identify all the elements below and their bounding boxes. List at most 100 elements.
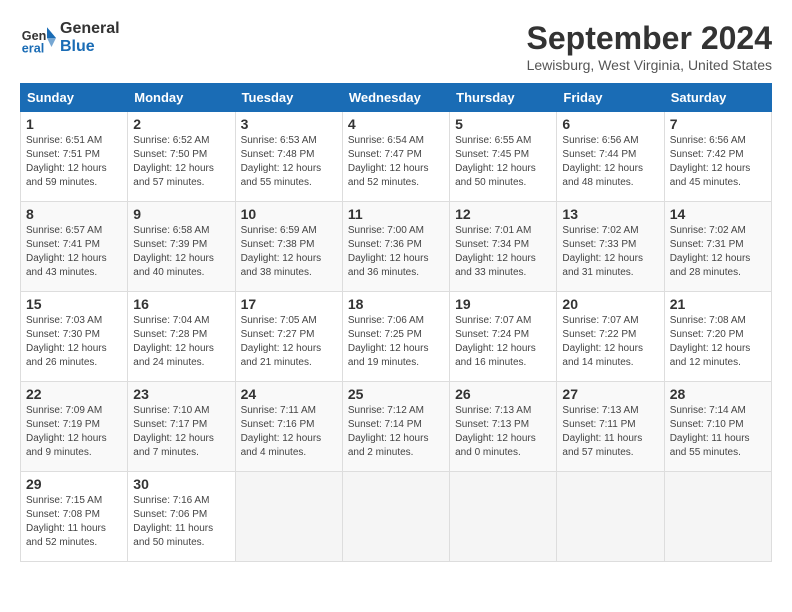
day-number: 9 [133, 206, 229, 222]
day-info: Sunrise: 7:14 AM Sunset: 7:10 PM Dayligh… [670, 404, 766, 460]
calendar-day-cell: 5 Sunrise: 6:55 AM Sunset: 7:45 PM Daylig… [450, 112, 557, 202]
calendar-day-cell: 9Sunrise: 6:58 AM Sunset: 7:39 PM Daylig… [128, 202, 235, 292]
day-info: Sunrise: 7:12 AM Sunset: 7:14 PM Dayligh… [348, 404, 444, 460]
calendar-day-cell: 21Sunrise: 7:08 AM Sunset: 7:20 PM Dayli… [664, 292, 771, 382]
calendar-day-cell: 20 Sunrise: 7:07 AM Sunset: 7:22 PM Dayli… [557, 292, 664, 382]
day-number: 6 [562, 116, 658, 132]
day-info: Sunrise: 7:06 AM Sunset: 7:25 PM Dayligh… [348, 314, 444, 370]
day-info: Sunrise: 7:16 AM Sunset: 7:06 PM Dayligh… [133, 494, 229, 550]
calendar-day-cell [235, 472, 342, 562]
calendar-day-cell: 8Sunrise: 6:57 AM Sunset: 7:41 PM Daylig… [21, 202, 128, 292]
calendar-day-cell: 19Sunrise: 7:07 AM Sunset: 7:24 PM Dayli… [450, 292, 557, 382]
calendar-day-cell: 12 Sunrise: 7:01 AM Sunset: 7:34 PM Dayli… [450, 202, 557, 292]
calendar-day-cell: 27 Sunrise: 7:13 AM Sunset: 7:11 PM Dayli… [557, 382, 664, 472]
day-number: 24 [241, 386, 337, 402]
day-info: Sunrise: 7:13 AM Sunset: 7:13 PM Dayligh… [455, 404, 551, 460]
calendar-day-cell: 10 Sunrise: 6:59 AM Sunset: 7:38 PM Dayli… [235, 202, 342, 292]
logo-line2: Blue [60, 38, 120, 56]
day-info: Sunrise: 7:02 AM Sunset: 7:31 PM Dayligh… [670, 224, 766, 280]
day-info: Sunrise: 7:11 AM Sunset: 7:16 PM Dayligh… [241, 404, 337, 460]
day-number: 26 [455, 386, 551, 402]
calendar-week-row: 8Sunrise: 6:57 AM Sunset: 7:41 PM Daylig… [21, 202, 772, 292]
day-number: 27 [562, 386, 658, 402]
day-number: 20 [562, 296, 658, 312]
day-number: 5 [455, 116, 551, 132]
calendar-day-cell: 30 Sunrise: 7:16 AM Sunset: 7:06 PM Dayli… [128, 472, 235, 562]
logo-line1: General [60, 20, 120, 38]
day-info: Sunrise: 6:59 AM Sunset: 7:38 PM Dayligh… [241, 224, 337, 280]
calendar-day-cell: 29 Sunrise: 7:15 AM Sunset: 7:08 PM Dayli… [21, 472, 128, 562]
day-number: 18 [348, 296, 444, 312]
calendar-day-header: Wednesday [342, 84, 449, 112]
calendar-day-header: Friday [557, 84, 664, 112]
calendar-day-cell: 16 Sunrise: 7:04 AM Sunset: 7:28 PM Dayli… [128, 292, 235, 382]
calendar-day-header: Thursday [450, 84, 557, 112]
day-info: Sunrise: 6:53 AM Sunset: 7:48 PM Dayligh… [241, 134, 337, 190]
day-number: 10 [241, 206, 337, 222]
day-info: Sunrise: 6:55 AM Sunset: 7:45 PM Dayligh… [455, 134, 551, 190]
day-info: Sunrise: 6:51 AM Sunset: 7:51 PM Dayligh… [26, 134, 122, 190]
calendar-day-cell: 4 Sunrise: 6:54 AM Sunset: 7:47 PM Daylig… [342, 112, 449, 202]
calendar-week-row: 22Sunrise: 7:09 AM Sunset: 7:19 PM Dayli… [21, 382, 772, 472]
day-number: 22 [26, 386, 122, 402]
day-number: 25 [348, 386, 444, 402]
calendar-day-cell [342, 472, 449, 562]
day-info: Sunrise: 7:03 AM Sunset: 7:30 PM Dayligh… [26, 314, 122, 370]
day-number: 16 [133, 296, 229, 312]
day-number: 29 [26, 476, 122, 492]
calendar-day-cell [664, 472, 771, 562]
day-number: 21 [670, 296, 766, 312]
calendar-day-cell: 22Sunrise: 7:09 AM Sunset: 7:19 PM Dayli… [21, 382, 128, 472]
month-title: September 2024 [527, 20, 772, 57]
calendar-day-cell: 24 Sunrise: 7:11 AM Sunset: 7:16 PM Dayli… [235, 382, 342, 472]
svg-text:eral: eral [22, 41, 44, 55]
calendar-day-cell: 13 Sunrise: 7:02 AM Sunset: 7:33 PM Dayli… [557, 202, 664, 292]
calendar-day-cell: 28 Sunrise: 7:14 AM Sunset: 7:10 PM Dayli… [664, 382, 771, 472]
day-number: 23 [133, 386, 229, 402]
day-info: Sunrise: 7:15 AM Sunset: 7:08 PM Dayligh… [26, 494, 122, 550]
day-number: 2 [133, 116, 229, 132]
calendar-day-header: Monday [128, 84, 235, 112]
day-info: Sunrise: 7:07 AM Sunset: 7:22 PM Dayligh… [562, 314, 658, 370]
day-number: 19 [455, 296, 551, 312]
day-info: Sunrise: 7:05 AM Sunset: 7:27 PM Dayligh… [241, 314, 337, 370]
calendar-day-cell: 3 Sunrise: 6:53 AM Sunset: 7:48 PM Daylig… [235, 112, 342, 202]
day-number: 14 [670, 206, 766, 222]
calendar-week-row: 15 Sunrise: 7:03 AM Sunset: 7:30 PM Dayli… [21, 292, 772, 382]
day-number: 3 [241, 116, 337, 132]
day-number: 13 [562, 206, 658, 222]
calendar-week-row: 29 Sunrise: 7:15 AM Sunset: 7:08 PM Dayli… [21, 472, 772, 562]
day-info: Sunrise: 7:01 AM Sunset: 7:34 PM Dayligh… [455, 224, 551, 280]
calendar-day-cell: 18 Sunrise: 7:06 AM Sunset: 7:25 PM Dayli… [342, 292, 449, 382]
day-info: Sunrise: 6:57 AM Sunset: 7:41 PM Dayligh… [26, 224, 122, 280]
calendar-day-header: Saturday [664, 84, 771, 112]
calendar-day-cell: 15 Sunrise: 7:03 AM Sunset: 7:30 PM Dayli… [21, 292, 128, 382]
day-info: Sunrise: 7:02 AM Sunset: 7:33 PM Dayligh… [562, 224, 658, 280]
day-info: Sunrise: 6:54 AM Sunset: 7:47 PM Dayligh… [348, 134, 444, 190]
calendar-day-cell: 1 Sunrise: 6:51 AM Sunset: 7:51 PM Daylig… [21, 112, 128, 202]
title-block: September 2024 Lewisburg, West Virginia,… [527, 20, 772, 73]
day-info: Sunrise: 7:13 AM Sunset: 7:11 PM Dayligh… [562, 404, 658, 460]
day-info: Sunrise: 7:04 AM Sunset: 7:28 PM Dayligh… [133, 314, 229, 370]
day-number: 17 [241, 296, 337, 312]
day-info: Sunrise: 6:56 AM Sunset: 7:42 PM Dayligh… [670, 134, 766, 190]
calendar-day-cell: 2Sunrise: 6:52 AM Sunset: 7:50 PM Daylig… [128, 112, 235, 202]
day-number: 4 [348, 116, 444, 132]
calendar-day-cell: 26 Sunrise: 7:13 AM Sunset: 7:13 PM Dayli… [450, 382, 557, 472]
day-info: Sunrise: 7:00 AM Sunset: 7:36 PM Dayligh… [348, 224, 444, 280]
calendar-day-cell: 11Sunrise: 7:00 AM Sunset: 7:36 PM Dayli… [342, 202, 449, 292]
logo: Gen eral General Blue [20, 20, 120, 56]
calendar-day-cell: 23Sunrise: 7:10 AM Sunset: 7:17 PM Dayli… [128, 382, 235, 472]
calendar-day-cell [557, 472, 664, 562]
calendar-day-cell: 6 Sunrise: 6:56 AM Sunset: 7:44 PM Daylig… [557, 112, 664, 202]
page-header: Gen eral General Blue September 2024 Lew… [20, 20, 772, 73]
day-number: 28 [670, 386, 766, 402]
day-info: Sunrise: 6:56 AM Sunset: 7:44 PM Dayligh… [562, 134, 658, 190]
calendar-week-row: 1 Sunrise: 6:51 AM Sunset: 7:51 PM Daylig… [21, 112, 772, 202]
day-number: 12 [455, 206, 551, 222]
calendar-day-cell: 17 Sunrise: 7:05 AM Sunset: 7:27 PM Dayli… [235, 292, 342, 382]
day-number: 30 [133, 476, 229, 492]
day-number: 1 [26, 116, 122, 132]
day-number: 15 [26, 296, 122, 312]
calendar-day-header: Sunday [21, 84, 128, 112]
